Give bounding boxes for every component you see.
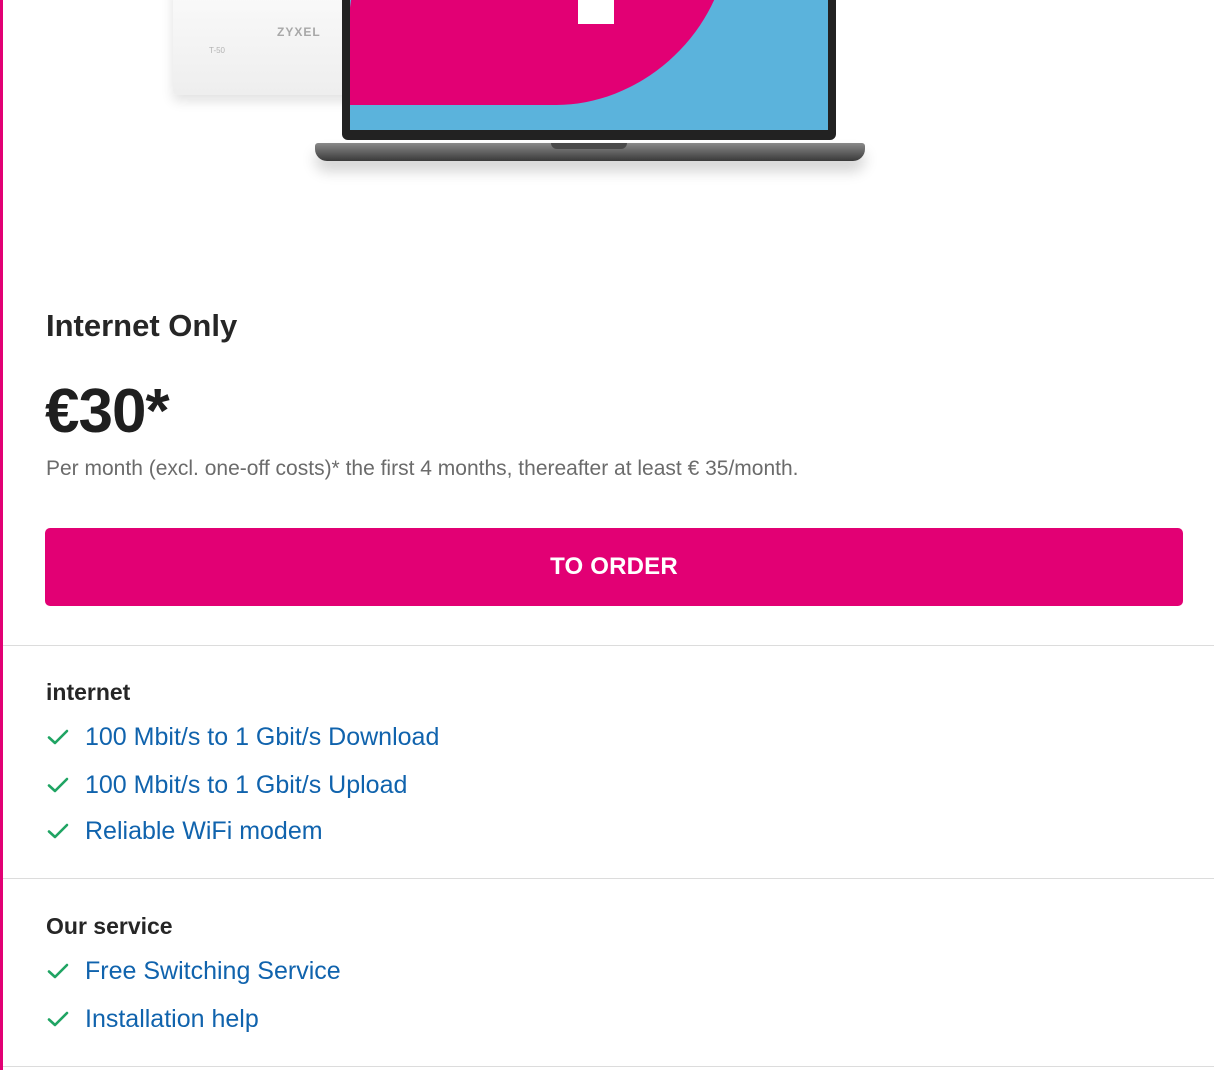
section-heading-service: Our service (46, 913, 173, 939)
check-icon (47, 1011, 69, 1027)
laptop-display (350, 0, 828, 130)
section-divider (3, 1066, 1214, 1067)
router-brand-label: ZYXEL (277, 25, 321, 39)
brand-shape (350, 0, 734, 105)
router-model-label: T-50 (209, 46, 226, 55)
feature-label: 100 Mbit/s to 1 Gbit/s Download (85, 722, 440, 751)
feature-item: Installation help (46, 1004, 259, 1034)
feature-item: 100 Mbit/s to 1 Gbit/s Upload (46, 770, 407, 800)
section-divider (3, 878, 1214, 879)
feature-item: Free Switching Service (46, 956, 341, 986)
plan-price: €30* (45, 377, 170, 446)
router-image: ZYXEL T-50 (173, 0, 363, 95)
feature-item: Reliable WiFi modem (46, 816, 323, 846)
price-note: Per month (excl. one-off costs)* the fir… (46, 457, 799, 480)
laptop-image (342, 0, 836, 140)
plan-card: ZYXEL T-50 Internet Only €30* Per month … (0, 0, 1214, 1070)
feature-label: Installation help (85, 1004, 259, 1033)
check-icon (47, 823, 69, 839)
wifi-icon (578, 0, 614, 24)
check-icon (47, 777, 69, 793)
section-divider (3, 645, 1214, 646)
product-image: ZYXEL T-50 (3, 0, 1214, 250)
check-icon (47, 729, 69, 745)
feature-label: 100 Mbit/s to 1 Gbit/s Upload (85, 770, 408, 799)
laptop-notch (551, 143, 627, 149)
order-button[interactable]: TO ORDER (45, 528, 1183, 606)
feature-item: 100 Mbit/s to 1 Gbit/s Download (46, 722, 439, 752)
feature-label: Free Switching Service (85, 956, 341, 985)
check-icon (47, 963, 69, 979)
plan-title: Internet Only (46, 308, 238, 343)
section-heading-internet: internet (46, 679, 131, 705)
feature-label: Reliable WiFi modem (85, 816, 323, 845)
